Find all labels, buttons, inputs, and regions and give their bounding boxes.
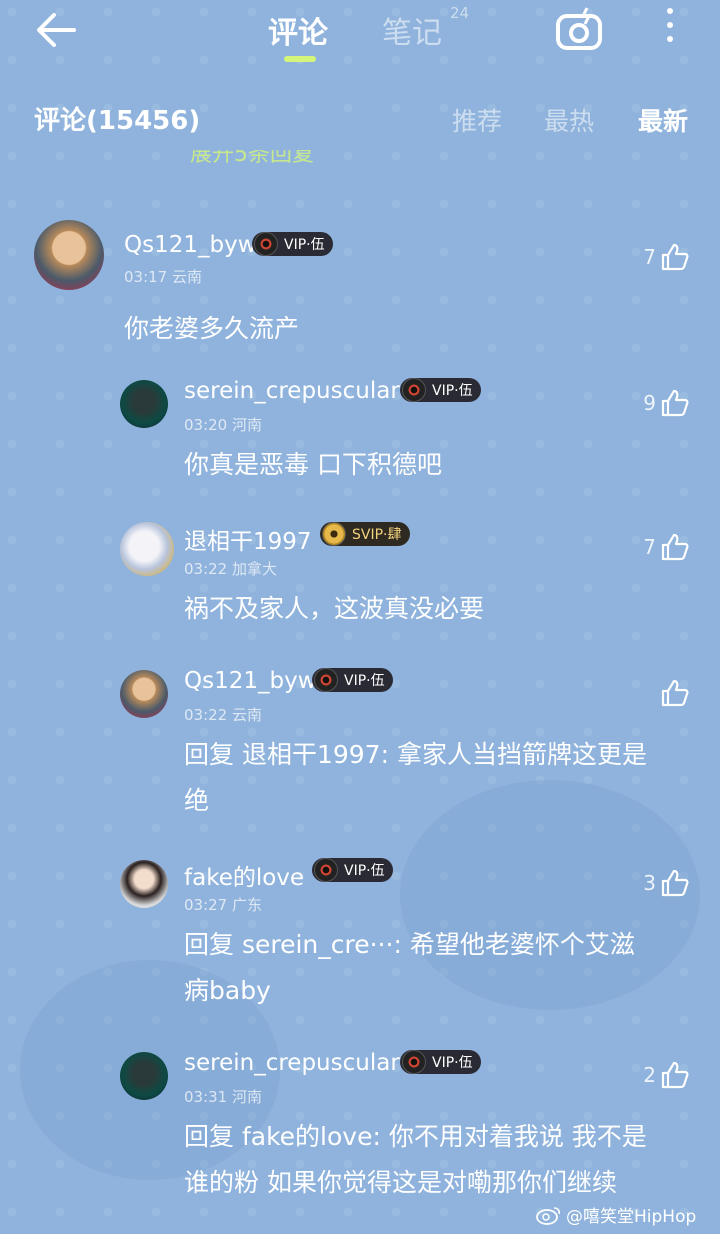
gold-vinyl-icon <box>322 522 346 546</box>
username[interactable]: Qs121_byw <box>124 232 257 258</box>
comment-text: 你真是恶毒 口下积德吧 <box>184 450 442 479</box>
comment-time: 03:31 <box>184 1088 228 1106</box>
thumbs-up-icon <box>661 533 689 561</box>
vip-badge-label: VIP·伍 <box>284 237 325 253</box>
like-count: 7 <box>643 535 656 559</box>
vinyl-icon <box>402 1050 426 1074</box>
watermark-text: @嘻笑堂HipHop <box>566 1207 697 1227</box>
vip-badge: VIP·伍 <box>400 1050 481 1074</box>
tab-notes-label: 笔记 <box>382 16 442 51</box>
username[interactable]: 退相干1997 <box>184 522 312 556</box>
username[interactable]: serein_crepuscular <box>184 378 400 404</box>
vip-badge: VIP·伍 <box>312 858 393 882</box>
active-tab-indicator <box>284 56 316 62</box>
comment-meta: 03:22 云南 <box>184 704 262 725</box>
more-options-icon[interactable] <box>660 8 680 54</box>
thumbs-up-icon <box>661 243 689 271</box>
back-arrow-icon[interactable] <box>34 10 80 50</box>
sort-newest[interactable]: 最新 <box>638 102 688 138</box>
like-button[interactable]: 7 <box>634 240 690 274</box>
expand-replies-link[interactable]: 展开5条回复 <box>190 150 314 168</box>
comment-time: 03:27 <box>184 896 228 914</box>
comments-subheader: 评论(15456) 推荐 最热 最新 <box>0 100 720 144</box>
comment-location: 云南 <box>172 268 203 286</box>
notes-count-badge: 24 <box>450 4 470 22</box>
vip-badge-label: SVIP·肆 <box>352 527 402 543</box>
vip-badge-label: VIP·伍 <box>432 1055 473 1071</box>
username[interactable]: Qs121_byw <box>184 668 317 694</box>
like-button[interactable]: 3 <box>634 866 690 900</box>
thumbs-up-icon <box>661 679 689 707</box>
comment-meta: 03:27 广东 <box>184 894 262 915</box>
avatar[interactable] <box>120 670 168 718</box>
like-count: 2 <box>643 1063 656 1087</box>
comment-meta: 03:31 河南 <box>184 1086 262 1107</box>
comment-location: 加拿大 <box>232 560 278 578</box>
tab-notes[interactable]: 笔记 24 <box>382 4 469 52</box>
comment-meta: 03:22 加拿大 <box>184 558 277 579</box>
avatar[interactable] <box>120 1052 168 1100</box>
top-bar: 评论 笔记 24 <box>0 0 720 70</box>
thumbs-up-icon <box>661 389 689 417</box>
like-button[interactable] <box>634 676 690 710</box>
comment-text: 回复 serein_cre···: 希望他老婆怀个艾滋 病baby <box>184 922 635 1014</box>
vip-badge: VIP·伍 <box>312 668 393 692</box>
comment-text-line: 回复 退相干1997: 拿家人当挡箭牌这更是 <box>184 740 647 769</box>
comment-time: 03:22 <box>184 560 228 578</box>
sort-recommended[interactable]: 推荐 <box>452 102 502 138</box>
vip-badge-label: VIP·伍 <box>344 673 385 689</box>
vip-badge: VIP·伍 <box>252 232 333 256</box>
avatar[interactable] <box>120 380 168 428</box>
comment-text-line: 回复 fake的love: 你不用对着我说 我不是 <box>184 1122 647 1151</box>
comment-time: 03:22 <box>184 706 228 724</box>
comment-count: 评论(15456) <box>34 106 201 136</box>
like-count: 9 <box>643 391 656 415</box>
vinyl-icon <box>314 858 338 882</box>
comment-time: 03:20 <box>184 416 228 434</box>
comment-text-line: 回复 serein_cre···: 希望他老婆怀个艾滋 <box>184 930 635 959</box>
sort-hot[interactable]: 最热 <box>544 102 594 138</box>
vinyl-icon <box>254 232 278 256</box>
like-button[interactable]: 2 <box>634 1058 690 1092</box>
vinyl-icon <box>402 378 426 402</box>
avatar[interactable] <box>120 860 168 908</box>
username[interactable]: fake的love <box>184 858 304 892</box>
tab-comments[interactable]: 评论 <box>268 8 328 52</box>
comment-text: 你老婆多久流产 <box>124 314 300 343</box>
weibo-logo-icon <box>536 1206 561 1225</box>
comment-location: 河南 <box>232 416 263 434</box>
svip-badge: SVIP·肆 <box>320 522 410 546</box>
comment-text-line: 病baby <box>184 976 271 1005</box>
comment-location: 广东 <box>232 896 263 914</box>
comment-location: 云南 <box>232 706 263 724</box>
comment-location: 河南 <box>232 1088 263 1106</box>
like-button[interactable]: 9 <box>634 386 690 420</box>
vinyl-icon <box>314 668 338 692</box>
like-count: 7 <box>643 245 656 269</box>
like-count: 3 <box>643 871 656 895</box>
comment-text: 祸不及家人，这波真没必要 <box>184 594 485 623</box>
comment-text-line: 谁的粉 如果你觉得这是对嘞那你们继续 <box>184 1168 617 1197</box>
comment-meta: 03:17 云南 <box>124 266 202 287</box>
thumbs-up-icon <box>661 1061 689 1089</box>
avatar[interactable] <box>120 522 174 576</box>
comment-meta: 03:20 河南 <box>184 414 262 435</box>
vip-badge: VIP·伍 <box>400 378 481 402</box>
username[interactable]: serein_crepuscular <box>184 1050 400 1076</box>
watermark: @嘻笑堂HipHop <box>536 1202 696 1227</box>
vip-badge-label: VIP·伍 <box>344 863 385 879</box>
like-button[interactable]: 7 <box>634 530 690 564</box>
comment-time: 03:17 <box>124 268 168 286</box>
comment-text-line: 绝 <box>184 786 210 815</box>
thumbs-up-icon <box>661 869 689 897</box>
comment-text: 回复 fake的love: 你不用对着我说 我不是 谁的粉 如果你觉得这是对嘞那… <box>184 1114 647 1206</box>
avatar[interactable] <box>34 220 104 290</box>
vip-badge-label: VIP·伍 <box>432 383 473 399</box>
comment-text: 回复 退相干1997: 拿家人当挡箭牌这更是 绝 <box>184 732 647 824</box>
camera-icon[interactable] <box>554 6 604 52</box>
